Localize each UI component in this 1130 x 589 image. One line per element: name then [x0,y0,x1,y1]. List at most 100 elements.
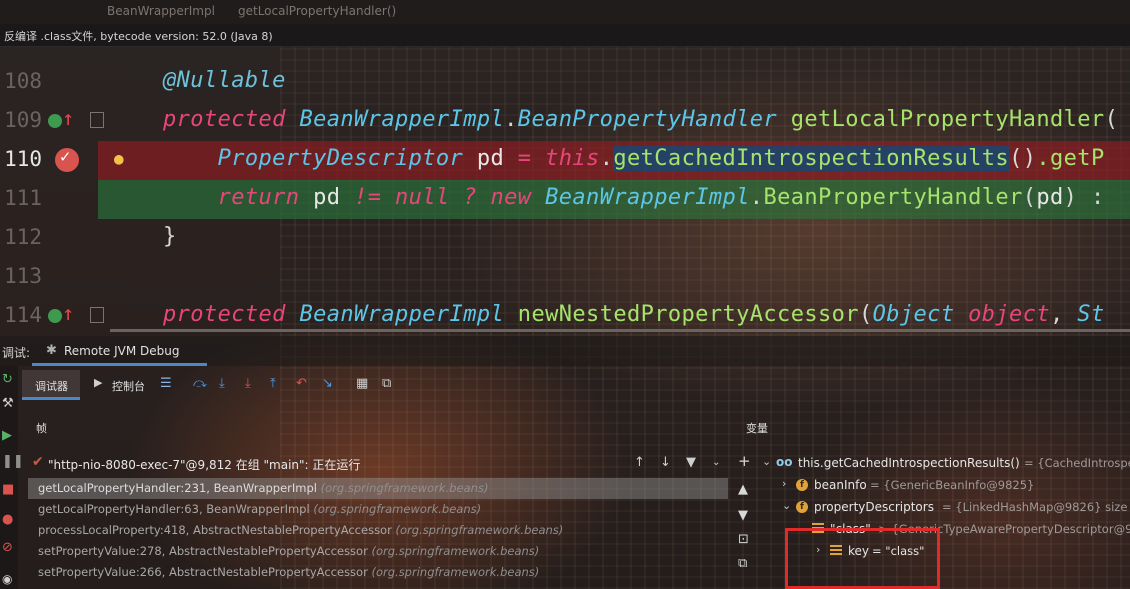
rerun-icon[interactable]: ↻ [2,372,16,387]
code-text: @Nullable [163,68,286,93]
frame-row[interactable]: processLocalProperty:418, AbstractNestab… [28,520,728,541]
force-step-into-icon[interactable]: ⤓ [245,376,259,391]
code-text: protected BeanWrapperImpl newNestedPrope… [163,302,1105,327]
code-token: null [394,185,464,210]
view-breakpoints-icon[interactable]: ● [2,512,16,527]
variable-bean-info[interactable]: › f beanInfo = {GenericBeanInfo@9825} [780,474,1130,496]
code-token: , [1050,302,1078,327]
add-watch-icon[interactable]: + [738,452,751,470]
collapse-arrow-icon[interactable]: › [782,477,786,490]
wrench-icon[interactable]: ⚒ [2,396,16,411]
expand-arrow-icon[interactable]: ⌄ [782,499,791,512]
breadcrumb-method[interactable]: getLocalPropertyHandler() [238,4,396,18]
code-line-109[interactable]: 109 ↑ protected BeanWrapperImpl.BeanProp… [0,102,1130,141]
code-line-111[interactable]: 111 return pd != null ? new BeanWrapperI… [0,180,1130,219]
stop-icon[interactable]: ■ [2,482,16,497]
debug-left-toolbar: ↻ ⚒ ▶ ❚❚ ■ ● ⊘ ◉ [0,366,24,589]
down-arrow-icon[interactable]: ↓ [660,455,671,470]
chevron-down-icon[interactable]: ⌄ [712,457,720,468]
variable-name: propertyDescriptors [814,500,934,514]
layout-settings-icon[interactable]: ⧉ [382,376,396,391]
code-token: ( [858,302,873,327]
code-token: getLocalPropertyHandler [790,107,1105,132]
step-out-icon[interactable]: ⤒ [270,376,284,391]
code-line-108[interactable]: 108 @Nullable [0,63,1130,102]
frame-row[interactable]: setPropertyValue:278, AbstractNestablePr… [28,541,728,562]
run-tab-underline [32,363,207,366]
breadcrumb-class[interactable]: BeanWrapperImpl [107,4,215,18]
field-icon: f [796,479,808,491]
mute-breakpoints-icon[interactable]: ⊘ [2,540,16,555]
evaluate-expression-icon[interactable]: ▦ [356,376,370,391]
restore-icon[interactable]: ⊡ [738,532,749,547]
line-number: 109 [4,108,42,132]
frame-row[interactable]: getLocalPropertyHandler:231, BeanWrapper… [28,478,728,499]
code-token: != [354,185,395,210]
run-config-label: Remote JVM Debug [64,344,180,358]
frame-method: getLocalPropertyHandler:63, BeanWrapperI… [38,502,481,516]
line-number: 114 [4,303,42,327]
code-line-113[interactable]: 113 [0,258,1130,297]
variable-root[interactable]: ⌄ oo this.getCachedIntrospectionResults(… [762,452,1130,474]
code-token: pd [1036,185,1064,210]
frame-method: setPropertyValue:278, AbstractNestablePr… [38,544,539,558]
fold-marker-icon[interactable] [90,307,104,323]
expand-arrow-icon[interactable]: ⌄ [762,455,771,468]
variable-property-descriptors[interactable]: ⌄ f propertyDescriptors = {LinkedHashMap… [780,496,1130,518]
thread-selector[interactable]: ✔ "http-nio-8080-exec-7"@9,812 在组 "main"… [28,452,728,474]
camera-icon[interactable]: ◉ [2,572,16,586]
resume-icon[interactable]: ▶ [2,428,16,443]
scroll-up-icon[interactable]: ▲ [738,482,748,497]
frame-row[interactable]: getLocalPropertyHandler:63, BeanWrapperI… [28,499,728,520]
menu-icon[interactable]: ☰ [160,376,174,391]
filter-icon[interactable]: ▼ [686,455,696,470]
implementation-gutter-icon[interactable] [48,114,62,128]
up-arrow-icon[interactable]: ↑ [634,455,645,470]
run-config-tab[interactable]: ✱ Remote JVM Debug [32,340,180,364]
scroll-down-icon[interactable]: ▼ [738,508,748,523]
copy-icon[interactable]: ⧉ [738,556,747,571]
code-token: () [1009,146,1037,171]
override-arrow-icon[interactable]: ↑ [62,106,74,130]
code-line-112[interactable]: 112 } [0,219,1130,258]
variables-header: 变量 [746,422,768,435]
frame-row[interactable]: setPropertyValue:266, AbstractNestablePr… [28,562,728,583]
annotation-highlight-box [785,528,940,589]
code-token: pd [463,146,518,171]
line-number: 112 [4,225,42,249]
run-to-cursor-icon[interactable]: ↘ [322,376,336,391]
frame-method: getLocalPropertyHandler:231, BeanWrapper… [38,481,488,495]
pause-icon[interactable]: ❚❚ [2,454,24,469]
code-token: new [490,185,546,210]
implementation-gutter-icon[interactable] [48,309,62,323]
fold-marker-icon[interactable] [90,112,104,128]
tab-debugger-label[interactable]: 调试器 [35,378,68,394]
code-token: pd [299,185,355,210]
drop-frame-icon[interactable]: ↶ [296,376,310,391]
watch-oo-icon: oo [776,455,793,469]
code-token: return [163,185,300,210]
frames-header: 帧 [36,422,47,435]
debug-bug-icon: ✱ [46,343,57,358]
code-token: @Nullable [163,68,286,93]
code-editor[interactable]: 108 @Nullable 109 ↑ protected BeanWrappe… [0,46,1130,336]
code-token: ) : [1063,185,1105,210]
code-line-110[interactable]: 110 ✓ ● PropertyDescriptor pd = this.get… [0,141,1130,180]
thread-label: "http-nio-8080-exec-7"@9,812 在组 "main": … [48,458,361,472]
step-into-icon[interactable]: ⤓ [219,376,233,391]
frame-method-text: setPropertyValue:278, AbstractNestablePr… [38,544,372,558]
debug-tool-window-header: 调试: ✱ Remote JVM Debug [0,336,1130,366]
editor-breadcrumb-bar: BeanWrapperImpl getLocalPropertyHandler(… [0,0,1130,24]
frame-method-text: processLocalProperty:418, AbstractNestab… [38,523,396,537]
code-token: .getP [1036,146,1105,171]
override-arrow-icon[interactable]: ↑ [62,301,74,325]
code-token: PropertyDescriptor [163,146,464,171]
tab-console-label[interactable]: 控制台 [112,378,145,394]
horizontal-scrollbar[interactable] [110,329,1130,332]
decompiled-banner-text: 反编译 .class文件, bytecode version: 52.0 (Ja… [4,30,273,43]
step-over-icon[interactable]: ⤼ [193,376,207,391]
code-token: = [517,146,546,171]
intention-bulb-icon[interactable]: ● [114,149,124,168]
code-token: BeanWrapperImpl [299,302,505,327]
console-icon[interactable]: ▶ [94,376,108,390]
